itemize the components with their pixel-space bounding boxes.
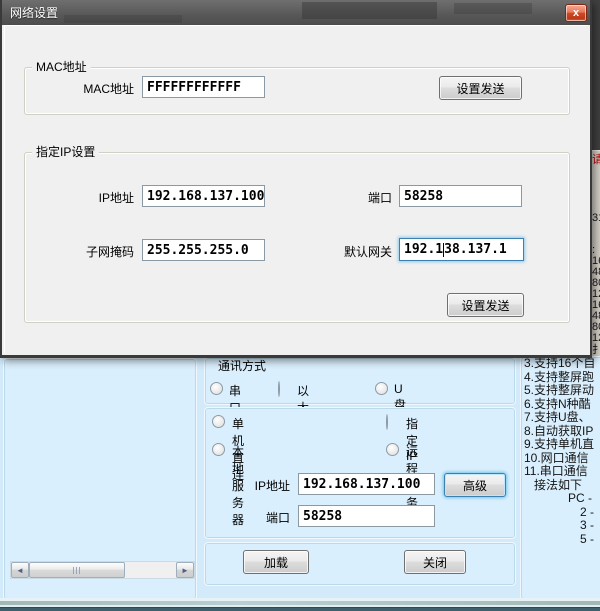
horizontal-scrollbar[interactable]: ◄ ► [10,561,195,579]
comm-method-legend: 通讯方式 [218,357,266,374]
ip-group-legend: 指定IP设置 [32,145,99,159]
mac-group-legend: MAC地址 [32,60,91,74]
info-line: 3.支持16个自 [524,357,600,371]
bg-ip-field[interactable]: 192.168.137.100 [298,473,435,495]
radio-circle-icon[interactable] [210,382,223,395]
info-line: 2 - [524,506,600,520]
info-line: 7.支持U盘、 [524,411,600,425]
info-line: 10.网口通信 [524,452,600,466]
scrollbar-left-arrow-icon[interactable]: ◄ [11,562,29,578]
background-edge-dark [592,0,600,150]
radio-circle-icon[interactable] [212,443,225,456]
info-line: 6.支持N种酷 [524,398,600,412]
titlebar-glass-artifact [302,2,437,19]
mac-send-button[interactable]: 设置发送 [439,76,522,100]
scrollbar-grip-icon [73,567,82,574]
gateway-value-after-caret: 38.137.1 [444,242,507,257]
background-window: ◄ ► 通讯方式 串口 以太网 U盘 单机直连 指定IP 本地服务器 远程服务器… [0,355,600,611]
bg-ip-label: IP地址 [230,476,290,494]
info-line: 11.串口通信 [524,465,600,479]
port-label: 端口 [332,188,392,206]
scrollbar-right-arrow-icon[interactable]: ► [176,562,194,578]
load-button[interactable]: 加载 [243,550,309,574]
mac-label: MAC地址 [47,79,134,97]
gateway-value-before-caret: 192.1 [404,242,443,257]
info-line: 接法如下 [524,479,600,493]
close-window-button[interactable]: 关闭 [404,550,466,574]
screen: { "colors": { "accent_blue": "#3c7fb1", … [0,0,600,611]
radio-circle-icon[interactable] [386,414,388,430]
bg-port-label: 端口 [230,508,290,526]
window-bottom-border [0,607,600,611]
subnet-mask-label: 子网掩码 [32,242,134,260]
mac-field[interactable]: FFFFFFFFFFFF [142,76,265,98]
radio-circle-icon[interactable] [386,443,399,456]
radio-circle-icon[interactable] [278,381,280,397]
edge-text-fragment: 31 [592,213,600,224]
ip-send-button[interactable]: 设置发送 [447,293,524,317]
info-line: PC - [524,492,600,506]
dialog-close-button[interactable]: x [565,4,587,22]
bg-port-field[interactable]: 58258 [298,505,435,527]
subnet-mask-field[interactable]: 255.255.255.0 [142,239,265,261]
info-list: 3.支持16个自 4.支持整屏跑 5.支持整屏动 6.支持N种酷 7.支持U盘、… [524,357,600,595]
ip-label: IP地址 [47,188,134,206]
close-x-icon: x [573,7,579,19]
info-line: 4.支持整屏跑 [524,371,600,385]
radio-specify-ip[interactable]: 指定IP [386,414,388,428]
titlebar-glass-artifact [454,3,532,14]
gateway-field[interactable]: 192.1 38.137.1 [399,238,524,261]
radio-circle-icon[interactable] [375,382,388,395]
info-line: 3 - [524,519,600,533]
port-field[interactable]: 58258 [399,185,522,207]
radio-ethernet[interactable]: 以太网 [278,381,280,395]
advanced-button[interactable]: 高级 [444,473,506,497]
scrollbar-thumb[interactable] [29,562,125,578]
info-line: 5 - [524,533,600,547]
gateway-label: 默认网关 [312,242,392,260]
dialog-titlebar[interactable]: 网络设置 [2,0,590,25]
radio-circle-icon[interactable] [212,415,225,428]
info-line: 8.自动获取IP [524,425,600,439]
edge-text-fragment: 请 [592,155,600,166]
edge-text-fragment: 12 [592,333,600,344]
dialog-title: 网络设置 [2,4,58,21]
edge-text-fragment: 扌 [592,345,600,356]
info-line: 5.支持整屏动 [524,384,600,398]
info-line: 9.支持单机直 [524,438,600,452]
titlebar-glass-artifact [64,15,182,23]
network-settings-dialog: 网络设置 x MAC地址 MAC地址 FFFFFFFFFFFF 设置发送 指定I… [0,0,592,358]
ip-field[interactable]: 192.168.137.100 [142,185,265,207]
